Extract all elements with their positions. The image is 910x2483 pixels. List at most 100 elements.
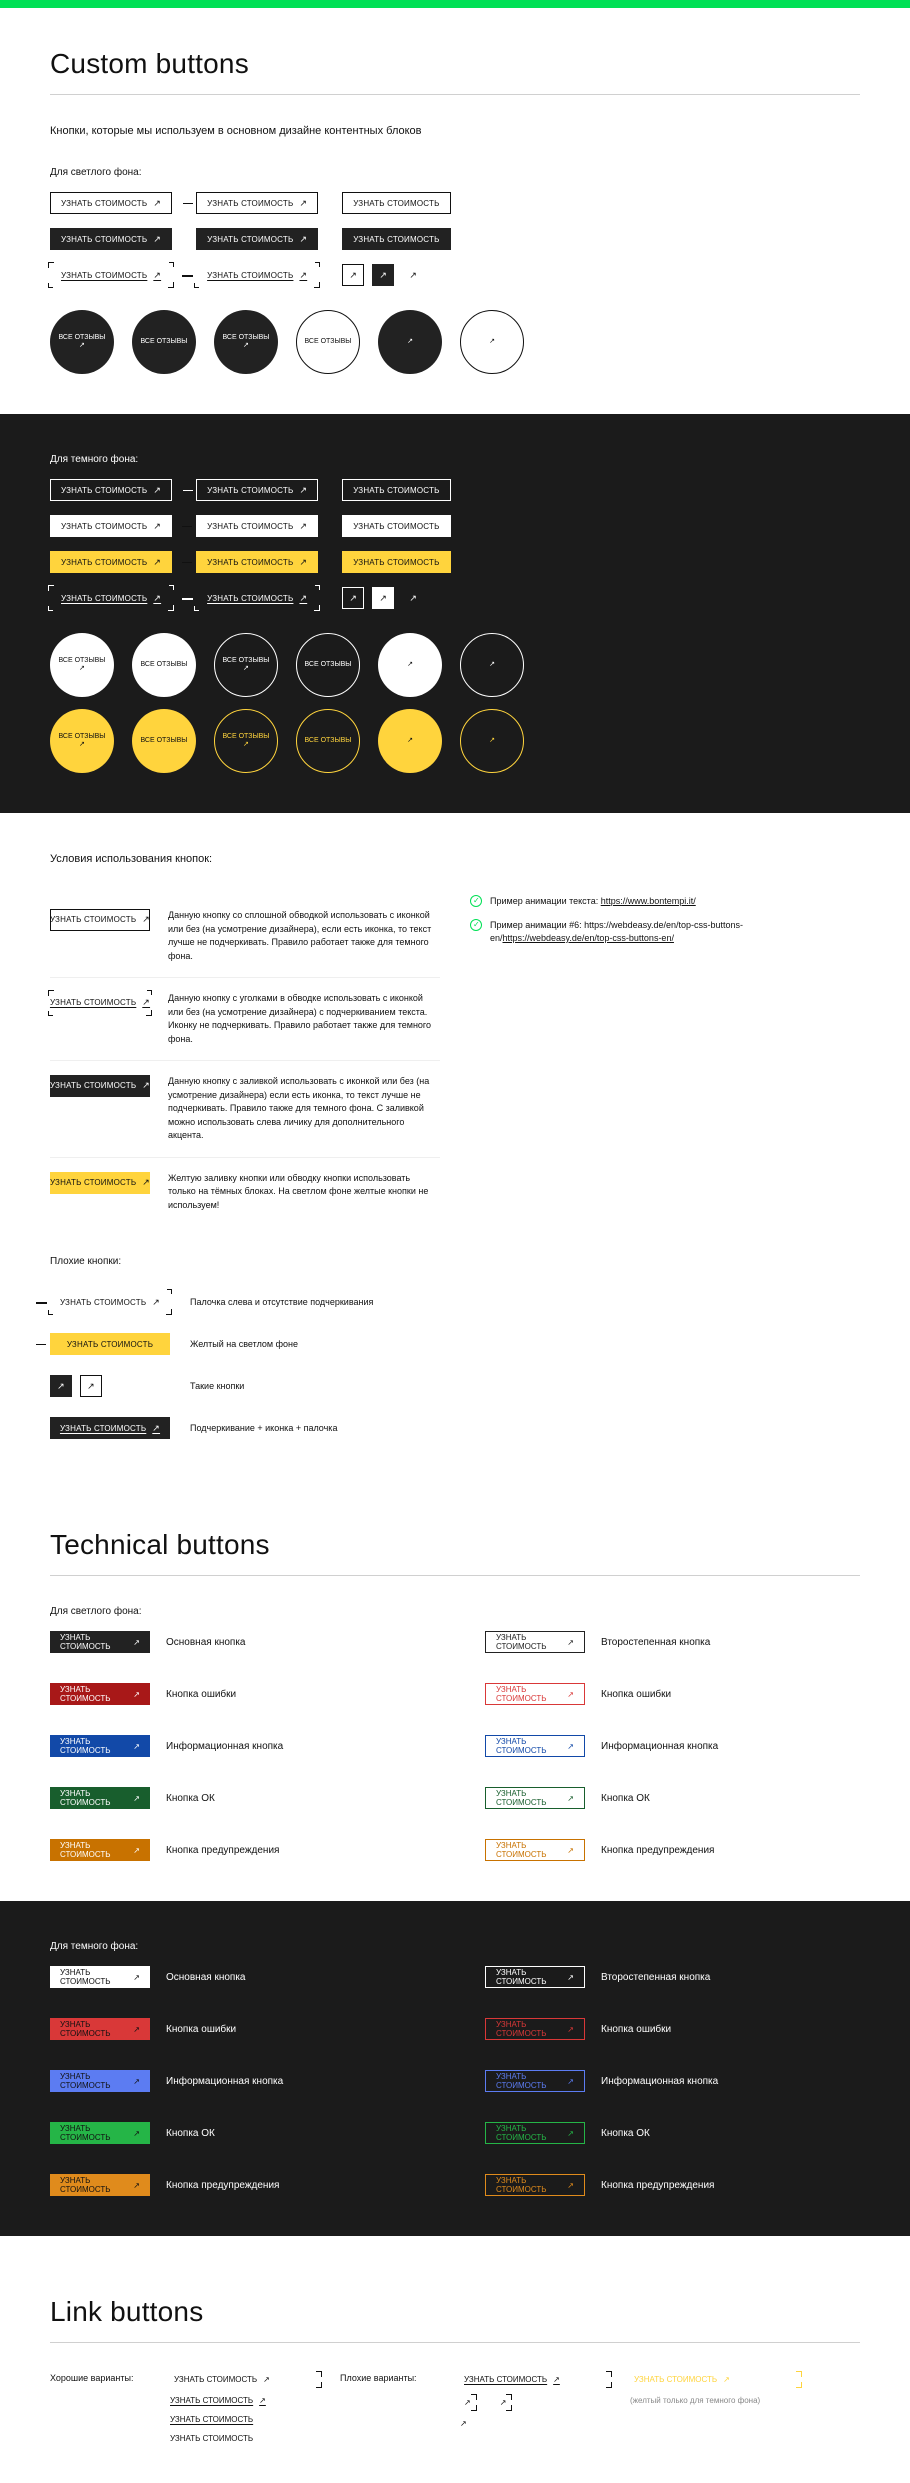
btn-icon-bare-w[interactable]: ↗ (402, 587, 424, 609)
tech-btn-outline[interactable]: УЗНАТЬ СТОИМОСТЬ↗ (485, 1787, 585, 1809)
btn-corners-w-dash[interactable]: УЗНАТЬ СТОИМОСТЬ↗ (196, 587, 318, 609)
circle-dark-fill[interactable]: ВСЕ ОТЗЫВЫ↗ (50, 310, 114, 374)
circle-outline-y[interactable]: ВСЕ ОТЗЫВЫ (296, 709, 360, 773)
tech-btn-outline[interactable]: УЗНАТЬ СТОИМОСТЬ↗ (485, 1683, 585, 1705)
circle-outline-w[interactable]: ВСЕ ОТЗЫВЫ (296, 633, 360, 697)
arrow-icon: ↗ (409, 270, 417, 281)
arrow-icon: ↗ (153, 593, 161, 604)
tech-btn-outline[interactable]: УЗНАТЬ СТОИМОСТЬ↗ (485, 1631, 585, 1653)
tech-label: Кнопка ошибки (166, 1689, 425, 1700)
bad-btn-3[interactable]: УЗНАТЬ СТОИМОСТЬ↗ (50, 1417, 170, 1439)
link-bad-arrow[interactable]: ↗ (460, 2419, 610, 2428)
note-link-1[interactable]: https://webdeasy.de/en/top-css-buttons-e… (503, 933, 674, 943)
usage-btn-fill[interactable]: УЗНАТЬ СТОИМОСТЬ↗ (50, 1075, 150, 1097)
btn-fill-yellow-dash[interactable]: УЗНАТЬ СТОИМОСТЬ↗ (196, 551, 318, 573)
tech-btn-fill[interactable]: УЗНАТЬ СТОИМОСТЬ↗ (50, 1787, 150, 1809)
link-good-2[interactable]: УЗНАТЬ СТОИМОСТЬ↗ (170, 2396, 320, 2405)
link-good-1[interactable]: УЗНАТЬ СТОИМОСТЬ↗ (170, 2373, 320, 2386)
tech-btn-outline[interactable]: УЗНАТЬ СТОИМОСТЬ↗ (485, 2018, 585, 2040)
section-custom-dark: Для темного фона: УЗНАТЬ СТОИМОСТЬ↗ УЗНА… (0, 414, 910, 813)
btn-outline-w[interactable]: УЗНАТЬ СТОИМОСТЬ↗ (50, 479, 172, 501)
circle-outline-w[interactable]: ВСЕ ОТЗЫВЫ↗ (214, 633, 278, 697)
tech-btn-outline[interactable]: УЗНАТЬ СТОИМОСТЬ↗ (485, 2122, 585, 2144)
link-bad-bracket[interactable]: ↗ (460, 2396, 475, 2409)
arrow-icon: ↗ (142, 996, 150, 1010)
circle-dark-arrow[interactable]: ВСЕ ОТЗЫВЫ↗ (214, 310, 278, 374)
arrow-icon: ↗ (409, 593, 417, 604)
btn-fill-white-dash[interactable]: УЗНАТЬ СТОИМОСТЬ↗ (196, 515, 318, 537)
circle-white[interactable]: ВСЕ ОТЗЫВЫ↗ (50, 633, 114, 697)
tech-label: Кнопка ОК (166, 1793, 425, 1804)
divider (50, 1575, 860, 1576)
tech-label: Второстепенная кнопка (601, 1637, 860, 1648)
tech-btn-outline[interactable]: УЗНАТЬ СТОИМОСТЬ↗ (485, 2174, 585, 2196)
btn-outline-w-dash[interactable]: УЗНАТЬ СТОИМОСТЬ↗ (196, 479, 318, 501)
btn-fill-dash[interactable]: УЗНАТЬ СТОИМОСТЬ↗ (196, 228, 318, 250)
tech-label: Кнопка предупреждения (166, 1845, 425, 1856)
usage-btn-corners[interactable]: УЗНАТЬ СТОИМОСТЬ↗ (50, 992, 150, 1014)
btn-fill-white-noicon[interactable]: УЗНАТЬ СТОИМОСТЬ (342, 515, 450, 537)
tech-btn-outline[interactable]: УЗНАТЬ СТОИМОСТЬ↗ (485, 1735, 585, 1757)
circle-outline-arrow[interactable]: ↗ (460, 310, 524, 374)
label-bad: Плохие кнопки: (50, 1256, 860, 1267)
btn-fill-white[interactable]: УЗНАТЬ СТОИМОСТЬ↗ (50, 515, 172, 537)
arrow-icon: ↗ (153, 234, 161, 245)
link-bad-1[interactable]: УЗНАТЬ СТОИМОСТЬ↗ (460, 2373, 610, 2386)
btn-outline-dash[interactable]: УЗНАТЬ СТОИМОСТЬ↗ (196, 192, 318, 214)
circle-outline-w-arrow[interactable]: ↗ (460, 633, 524, 697)
circle-white-arrow[interactable]: ↗ (378, 633, 442, 697)
tech-btn-fill[interactable]: УЗНАТЬ СТОИМОСТЬ↗ (50, 1631, 150, 1653)
btn-corners-w[interactable]: УЗНАТЬ СТОИМОСТЬ↗ (50, 587, 172, 609)
note-link-0[interactable]: https://www.bontempi.it/ (601, 896, 696, 906)
circle-yellow-arrow[interactable]: ↗ (378, 709, 442, 773)
tech-btn-fill[interactable]: УЗНАТЬ СТОИМОСТЬ↗ (50, 1735, 150, 1757)
btn-fill-yellow[interactable]: УЗНАТЬ СТОИМОСТЬ↗ (50, 551, 172, 573)
arrow-icon: ↗ (152, 1423, 160, 1434)
check-icon (470, 895, 482, 907)
bad-btn-0[interactable]: УЗНАТЬ СТОИМОСТЬ↗ (50, 1291, 170, 1313)
tech-btn-fill[interactable]: УЗНАТЬ СТОИМОСТЬ↗ (50, 1683, 150, 1705)
circle-dark-fill[interactable]: ВСЕ ОТЗЫВЫ (132, 310, 196, 374)
btn-icon-outline-w[interactable]: ↗ (342, 587, 364, 609)
btn-outline-w-noicon[interactable]: УЗНАТЬ СТОИМОСТЬ (342, 479, 450, 501)
btn-fill-dark[interactable]: УЗНАТЬ СТОИМОСТЬ↗ (50, 228, 172, 250)
btn-outline[interactable]: УЗНАТЬ СТОИМОСТЬ↗ (50, 192, 172, 214)
btn-outline-noicon[interactable]: УЗНАТЬ СТОИМОСТЬ (342, 192, 450, 214)
bad-btn-2b[interactable]: ↗ (80, 1375, 102, 1397)
btn-icon-fill-w[interactable]: ↗ (372, 587, 394, 609)
btn-fill-noicon[interactable]: УЗНАТЬ СТОИМОСТЬ (342, 228, 450, 250)
tech-btn-fill[interactable]: УЗНАТЬ СТОИМОСТЬ↗ (50, 2122, 150, 2144)
arrow-icon: ↗ (299, 485, 307, 496)
btn-corners-dash[interactable]: УЗНАТЬ СТОИМОСТЬ↗ (196, 264, 318, 286)
tech-btn-fill[interactable]: УЗНАТЬ СТОИМОСТЬ↗ (50, 2174, 150, 2196)
circle-outline-y[interactable]: ВСЕ ОТЗЫВЫ↗ (214, 709, 278, 773)
usage-rule-2: Данную кнопку с заливкой использовать с … (168, 1075, 440, 1143)
circle-outline[interactable]: ВСЕ ОТЗЫВЫ (296, 310, 360, 374)
circle-yellow[interactable]: ВСЕ ОТЗЫВЫ↗ (50, 709, 114, 773)
usage-btn-outline[interactable]: УЗНАТЬ СТОИМОСТЬ↗ (50, 909, 150, 931)
link-yellow[interactable]: УЗНАТЬ СТОИМОСТЬ↗ (630, 2373, 800, 2386)
circle-dark-arrow-only[interactable]: ↗ (378, 310, 442, 374)
btn-fill-yellow-noicon[interactable]: УЗНАТЬ СТОИМОСТЬ (342, 551, 450, 573)
tech-btn-fill[interactable]: УЗНАТЬ СТОИМОСТЬ↗ (50, 1966, 150, 1988)
tech-btn-outline[interactable]: УЗНАТЬ СТОИМОСТЬ↗ (485, 2070, 585, 2092)
link-good-3[interactable]: УЗНАТЬ СТОИМОСТЬ (170, 2415, 320, 2424)
btn-icon-only-dark[interactable]: ↗ (372, 264, 394, 286)
btn-icon-only-bare[interactable]: ↗ (402, 264, 424, 286)
arrow-icon: ↗ (299, 521, 307, 532)
circle-yellow[interactable]: ВСЕ ОТЗЫВЫ (132, 709, 196, 773)
tech-btn-fill[interactable]: УЗНАТЬ СТОИМОСТЬ↗ (50, 2070, 150, 2092)
circle-outline-y-arrow[interactable]: ↗ (460, 709, 524, 773)
tech-btn-outline[interactable]: УЗНАТЬ СТОИМОСТЬ↗ (485, 1839, 585, 1861)
tech-btn-outline[interactable]: УЗНАТЬ СТОИМОСТЬ↗ (485, 1966, 585, 1988)
bad-btn-2a[interactable]: ↗ (50, 1375, 72, 1397)
usage-btn-yellow[interactable]: УЗНАТЬ СТОИМОСТЬ↗ (50, 1172, 150, 1194)
circle-white[interactable]: ВСЕ ОТЗЫВЫ (132, 633, 196, 697)
bad-btn-1[interactable]: УЗНАТЬ СТОИМОСТЬ (50, 1333, 170, 1355)
btn-icon-only-outline[interactable]: ↗ (342, 264, 364, 286)
link-bad-bracket[interactable]: ↗ (496, 2396, 511, 2409)
link-good-4[interactable]: УЗНАТЬ СТОИМОСТЬ (170, 2434, 320, 2443)
tech-btn-fill[interactable]: УЗНАТЬ СТОИМОСТЬ↗ (50, 2018, 150, 2040)
btn-corners-underline[interactable]: УЗНАТЬ СТОИМОСТЬ↗ (50, 264, 172, 286)
tech-btn-fill[interactable]: УЗНАТЬ СТОИМОСТЬ↗ (50, 1839, 150, 1861)
